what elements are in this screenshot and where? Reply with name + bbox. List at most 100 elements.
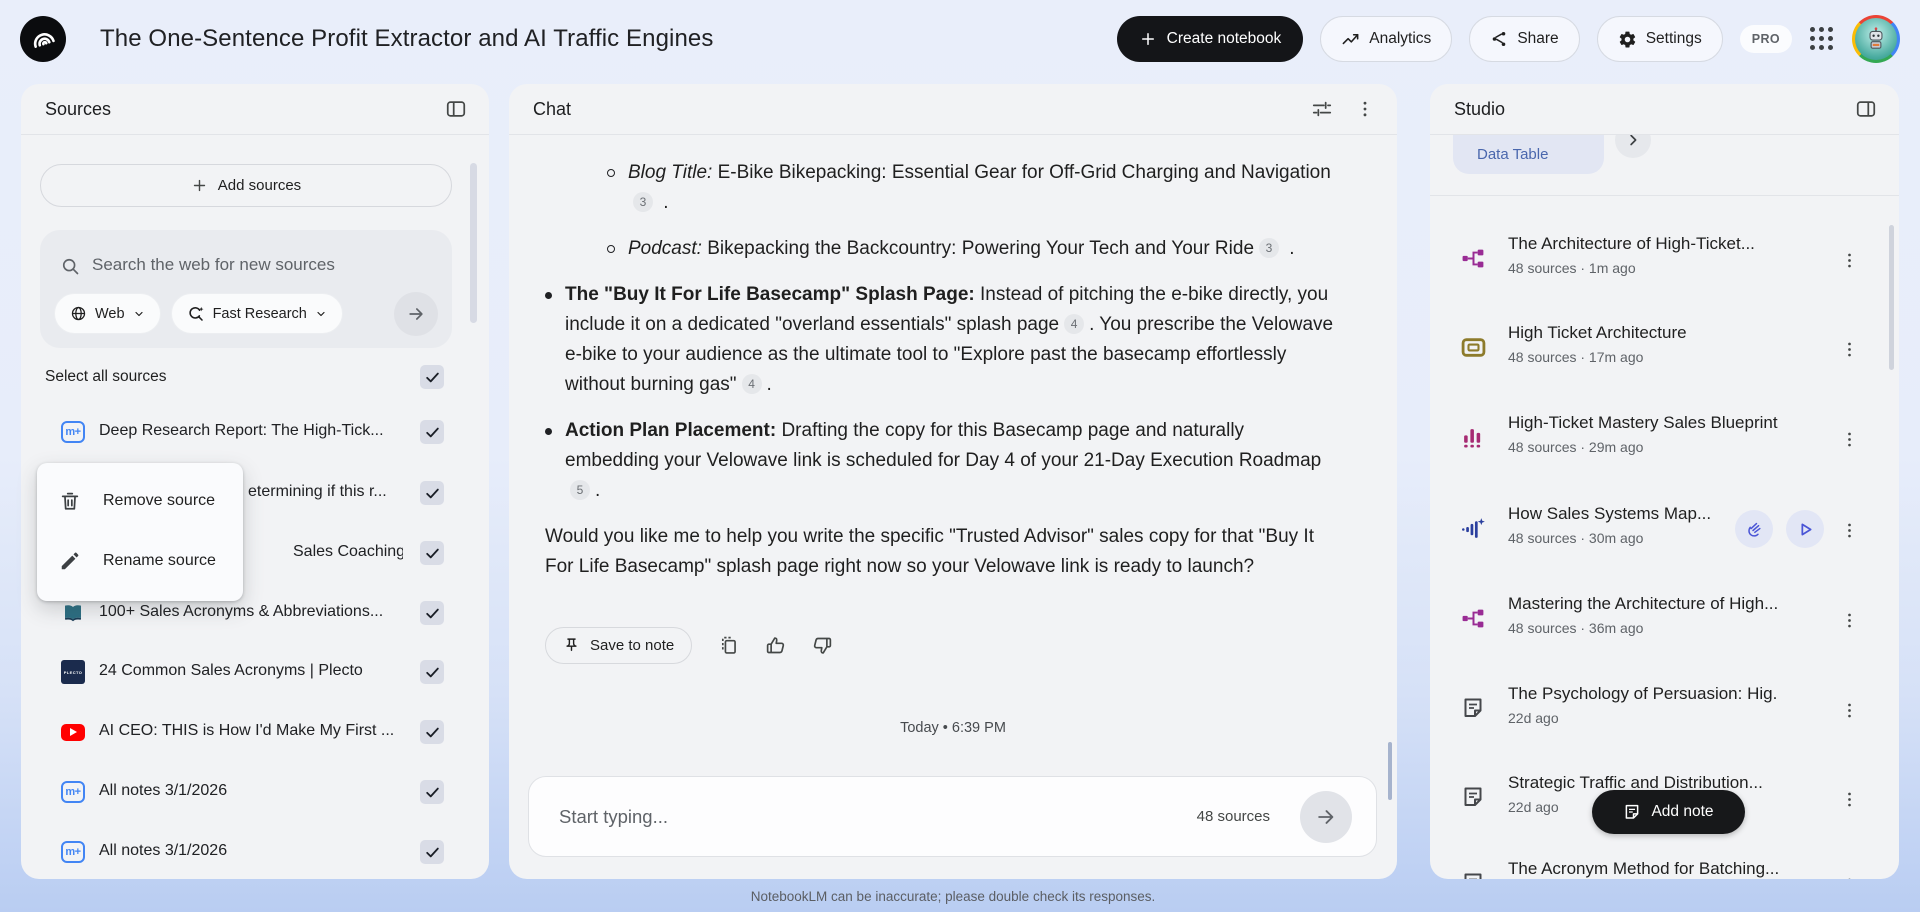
- collapse-left-panel-icon[interactable]: [441, 94, 471, 124]
- bullet-text: .: [595, 480, 601, 501]
- item-more-menu-icon[interactable]: [1836, 872, 1863, 879]
- source-checkbox[interactable]: [420, 660, 444, 684]
- item-more-menu-icon[interactable]: [1836, 517, 1863, 544]
- studio-item-title: The Acronym Method for Batching...: [1508, 859, 1778, 878]
- note-icon: [1623, 803, 1641, 821]
- studio-header: Studio: [1430, 84, 1899, 135]
- sub-bullet-label: Blog Title:: [628, 162, 713, 183]
- item-more-menu-icon[interactable]: [1836, 247, 1863, 274]
- chat-settings-sliders-icon[interactable]: [1307, 94, 1337, 124]
- sources-scrollbar[interactable]: [470, 163, 477, 323]
- collapse-right-panel-icon[interactable]: [1851, 94, 1881, 124]
- plus-icon: [1139, 30, 1157, 48]
- chat-input[interactable]: [559, 777, 1119, 856]
- citation-chip[interactable]: 3: [633, 192, 653, 212]
- gear-icon: [1618, 30, 1637, 49]
- studio-item-meta: 48 sources · 17m ago: [1508, 349, 1644, 365]
- play-button[interactable]: [1786, 510, 1824, 548]
- source-row[interactable]: m+ All notes 3/1/2026: [21, 822, 489, 879]
- add-sources-button[interactable]: Add sources: [40, 164, 452, 207]
- create-notebook-button[interactable]: Create notebook: [1116, 16, 1304, 62]
- source-checkbox[interactable]: [420, 840, 444, 864]
- remove-source-menu-item[interactable]: Remove source: [37, 471, 243, 531]
- item-more-menu-icon[interactable]: [1836, 697, 1863, 724]
- studio-item[interactable]: High Ticket Architecture 48 sources · 17…: [1430, 316, 1899, 380]
- pencil-icon: [59, 550, 81, 572]
- bullet-item: The "Buy It For Life Basecamp" Splash Pa…: [545, 280, 1340, 400]
- youtube-icon: [61, 720, 85, 744]
- web-filter-label: Web: [95, 305, 125, 322]
- web-search-box: Web Fast Research: [40, 230, 452, 348]
- sources-title: Sources: [45, 98, 112, 119]
- source-count: 48 sources: [1196, 808, 1270, 825]
- studio-item[interactable]: The Architecture of High-Ticket... 48 so…: [1430, 227, 1899, 291]
- notebook-title[interactable]: The One-Sentence Profit Extractor and AI…: [100, 25, 713, 53]
- source-checkbox[interactable]: [420, 541, 444, 565]
- studio-item[interactable]: Mastering the Architecture of High... 48…: [1430, 587, 1899, 651]
- book-icon: [61, 601, 85, 625]
- notebooklm-logo-icon[interactable]: [20, 16, 66, 62]
- share-icon: [1490, 30, 1508, 48]
- save-to-note-button[interactable]: Save to note: [545, 627, 693, 664]
- source-checkbox[interactable]: [420, 720, 444, 744]
- item-more-menu-icon[interactable]: [1836, 426, 1863, 453]
- studio-item-meta: 48 sources · 1m ago: [1508, 260, 1636, 276]
- note-icon: [1460, 784, 1486, 810]
- search-input[interactable]: [92, 248, 422, 282]
- account-avatar[interactable]: [1852, 15, 1900, 63]
- search-submit-button[interactable]: [394, 291, 438, 336]
- citation-chip[interactable]: 5: [570, 480, 590, 500]
- source-title: Deep Research Report: The High-Tick...: [99, 422, 384, 439]
- interactive-mode-button[interactable]: [1735, 510, 1773, 548]
- thumbs-up-icon[interactable]: [765, 635, 786, 656]
- thumbs-down-icon[interactable]: [812, 635, 833, 656]
- studio-item-title: The Architecture of High-Ticket...: [1508, 234, 1755, 253]
- source-row[interactable]: PLECTO 24 Common Sales Acronyms | Plecto: [21, 642, 489, 702]
- item-more-menu-icon[interactable]: [1836, 786, 1863, 813]
- share-button[interactable]: Share: [1469, 16, 1580, 62]
- chat-timestamp: Today • 6:39 PM: [900, 720, 1006, 736]
- studio-item[interactable]: The Psychology of Persuasion: Hig... 22d…: [1430, 677, 1899, 741]
- share-label: Share: [1517, 30, 1559, 47]
- source-checkbox[interactable]: [420, 481, 444, 505]
- source-checkbox[interactable]: [420, 420, 444, 444]
- source-row[interactable]: AI CEO: THIS is How I'd Make My First ..…: [21, 702, 489, 762]
- source-row[interactable]: m+ All notes 3/1/2026: [21, 762, 489, 822]
- chat-header: Chat: [509, 84, 1397, 135]
- studio-scrollbar[interactable]: [1889, 225, 1894, 370]
- studio-item-meta: 48 sources · 36m ago: [1508, 620, 1644, 636]
- studio-item[interactable]: How Sales Systems Map... 48 sources · 30…: [1430, 497, 1899, 561]
- rename-source-menu-item[interactable]: Rename source: [37, 531, 243, 591]
- sub-bullet-text: Bikepacking the Backcountry: Powering Yo…: [701, 238, 1255, 259]
- web-filter-dropdown[interactable]: Web: [54, 293, 161, 334]
- source-checkbox[interactable]: [420, 780, 444, 804]
- send-button[interactable]: [1300, 791, 1352, 843]
- add-note-button[interactable]: Add note: [1592, 790, 1745, 834]
- chat-more-menu-icon[interactable]: [1351, 95, 1379, 123]
- studio-item-meta: 48 sources · 30m ago: [1508, 530, 1644, 546]
- studio-item-title: High-Ticket Mastery Sales Blueprint: [1508, 413, 1778, 432]
- settings-label: Settings: [1645, 30, 1702, 47]
- settings-button[interactable]: Settings: [1596, 16, 1723, 62]
- studio-item[interactable]: High-Ticket Mastery Sales Blueprint 48 s…: [1430, 406, 1899, 470]
- note-icon: [1460, 695, 1486, 721]
- source-row[interactable]: m+ Deep Research Report: The High-Tick..…: [21, 402, 489, 462]
- analytics-button[interactable]: Analytics: [1320, 16, 1453, 62]
- chat-scrollbar[interactable]: [1388, 742, 1392, 800]
- source-checkbox[interactable]: [420, 601, 444, 625]
- closing-question: Would you like me to help you write the …: [545, 526, 1314, 577]
- bullet-marker: [545, 428, 552, 435]
- research-mode-dropdown[interactable]: Fast Research: [170, 293, 343, 334]
- copy-icon[interactable]: [718, 635, 739, 656]
- save-to-note-label: Save to note: [590, 637, 675, 654]
- item-more-menu-icon[interactable]: [1836, 336, 1863, 363]
- citation-chip[interactable]: 4: [741, 374, 762, 394]
- chevron-down-icon: [315, 308, 327, 320]
- flowchart-icon: [1460, 605, 1486, 631]
- select-all-checkbox[interactable]: [420, 365, 444, 389]
- apps-grid-icon[interactable]: [1809, 26, 1835, 52]
- item-more-menu-icon[interactable]: [1836, 607, 1863, 634]
- studio-item[interactable]: The Acronym Method for Batching...: [1430, 852, 1899, 879]
- citation-chip[interactable]: 4: [1064, 314, 1085, 334]
- citation-chip[interactable]: 3: [1259, 238, 1280, 258]
